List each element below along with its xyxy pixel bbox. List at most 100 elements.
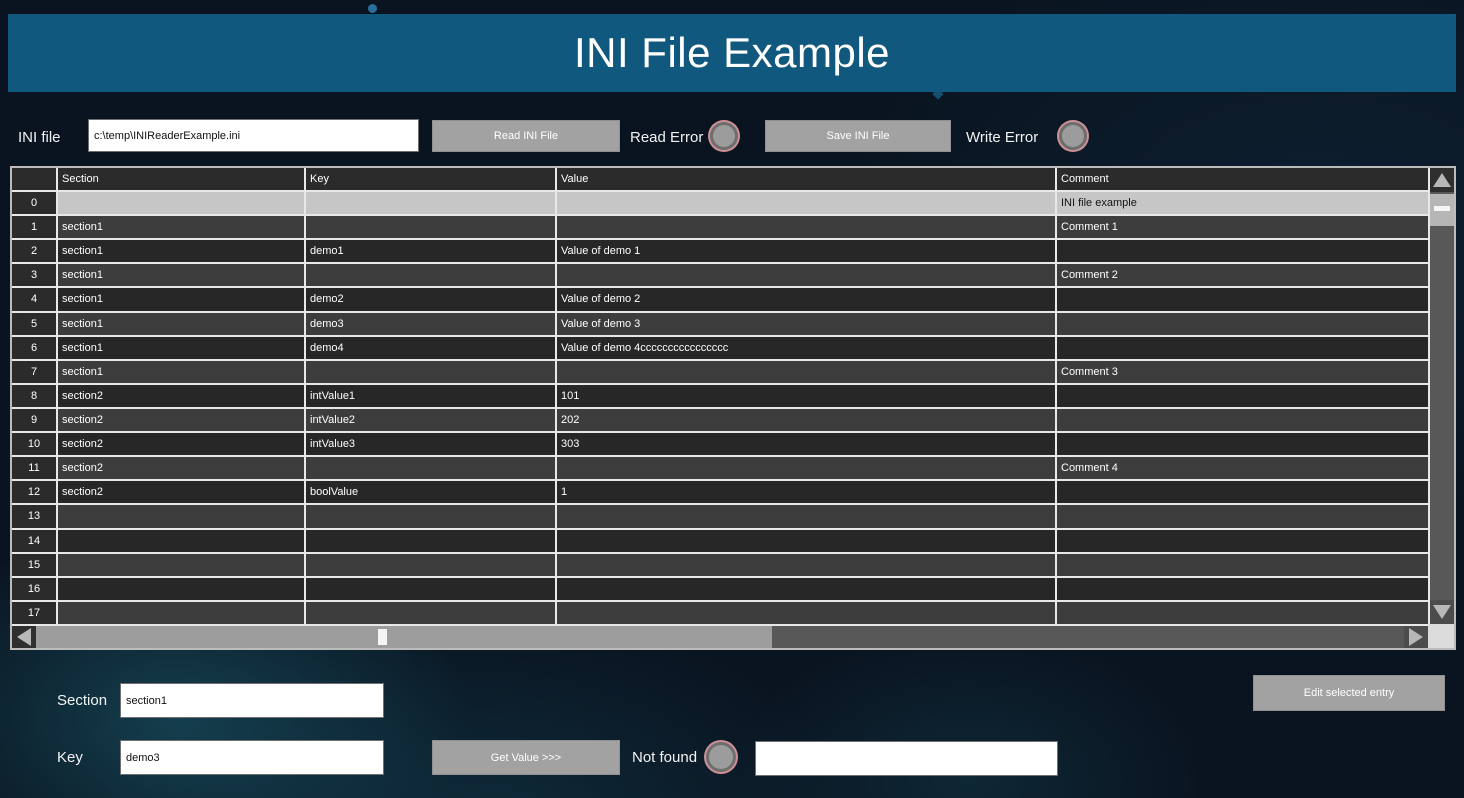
cell-value	[557, 602, 1057, 624]
cell-key	[306, 578, 557, 600]
horizontal-scrollbar-thumb[interactable]	[36, 626, 772, 648]
table-row[interactable]: 3section1Comment 2	[12, 264, 1428, 288]
row-index: 8	[12, 385, 58, 407]
row-index: 10	[12, 433, 58, 455]
table-row[interactable]: 16	[12, 578, 1428, 602]
cell-comment: Comment 4	[1057, 457, 1428, 479]
row-index: 3	[12, 264, 58, 286]
cell-value	[557, 457, 1057, 479]
cell-key	[306, 192, 557, 214]
table-row[interactable]: 9section2intValue2202	[12, 409, 1428, 433]
table-row[interactable]: 0 INI file example	[12, 192, 1428, 216]
table-row[interactable]: 8section2intValue1101	[12, 385, 1428, 409]
horizontal-scrollbar[interactable]	[12, 624, 1428, 648]
scroll-down-button[interactable]	[1430, 600, 1454, 624]
cell-key	[306, 361, 557, 383]
not-found-label: Not found	[632, 749, 697, 766]
table-rows: 0INI file example1section1Comment 12sect…	[12, 192, 1428, 624]
table-row[interactable]: 15	[12, 554, 1428, 578]
cell-comment: Comment 2	[1057, 264, 1428, 286]
cell-comment	[1057, 505, 1428, 527]
table-row[interactable]: 10section2intValue3303	[12, 433, 1428, 457]
row-index: 4	[12, 288, 58, 310]
row-index: 0	[12, 192, 58, 214]
table-row[interactable]: 5section1demo3Value of demo 3	[12, 313, 1428, 337]
save-ini-file-button[interactable]: Save INI File	[765, 120, 951, 152]
cell-comment: Comment 3	[1057, 361, 1428, 383]
table-row[interactable]: 14	[12, 530, 1428, 554]
table-row[interactable]: 2section1demo1Value of demo 1	[12, 240, 1428, 264]
cell-section	[58, 554, 306, 576]
table-row[interactable]: 17	[12, 602, 1428, 624]
read-ini-file-button[interactable]: Read INI File	[432, 120, 620, 152]
cell-key	[306, 457, 557, 479]
cell-key: demo3	[306, 313, 557, 335]
cell-section: section1	[58, 313, 306, 335]
thumb-grip	[378, 629, 387, 645]
cell-section	[58, 192, 306, 214]
ini-file-path-input[interactable]	[88, 119, 419, 152]
vertical-scrollbar[interactable]	[1428, 168, 1454, 624]
ini-file-label: INI file	[18, 129, 61, 146]
scroll-left-button[interactable]	[12, 626, 36, 648]
key-input[interactable]	[120, 740, 384, 775]
cell-value	[557, 505, 1057, 527]
cell-comment	[1057, 530, 1428, 552]
cell-value	[557, 264, 1057, 286]
cell-key	[306, 505, 557, 527]
cell-comment	[1057, 481, 1428, 503]
cell-value: Value of demo 3	[557, 313, 1057, 335]
app-window: INI File Example INI file Read INI File …	[0, 0, 1464, 798]
title-banner: INI File Example	[8, 14, 1456, 92]
section-input[interactable]	[120, 683, 384, 718]
cell-value: 303	[557, 433, 1057, 455]
cell-key	[306, 530, 557, 552]
cell-comment	[1057, 602, 1428, 624]
cell-value	[557, 216, 1057, 238]
cell-value: 202	[557, 409, 1057, 431]
cell-section: section1	[58, 240, 306, 262]
write-error-led	[1059, 122, 1087, 150]
thumb-grip	[1434, 206, 1450, 211]
table-row[interactable]: 11section2Comment 4	[12, 457, 1428, 481]
cell-comment	[1057, 578, 1428, 600]
header-key: Key	[306, 168, 557, 190]
cell-section: section2	[58, 457, 306, 479]
cell-key: boolValue	[306, 481, 557, 503]
cell-comment	[1057, 240, 1428, 262]
cell-value: 1	[557, 481, 1057, 503]
cell-key	[306, 554, 557, 576]
cell-value: 101	[557, 385, 1057, 407]
table-row[interactable]: 12section2boolValue1	[12, 481, 1428, 505]
cell-key: demo4	[306, 337, 557, 359]
cell-section: section1	[58, 288, 306, 310]
table-row[interactable]: 13	[12, 505, 1428, 529]
triangle-left-icon	[17, 628, 31, 646]
cell-section: section2	[58, 433, 306, 455]
cell-value	[557, 554, 1057, 576]
row-index: 9	[12, 409, 58, 431]
cell-comment	[1057, 288, 1428, 310]
cell-key: demo1	[306, 240, 557, 262]
cell-section	[58, 578, 306, 600]
header-section: Section	[58, 168, 306, 190]
table-row[interactable]: 1section1Comment 1	[12, 216, 1428, 240]
vertical-scrollbar-thumb[interactable]	[1430, 194, 1454, 226]
edit-selected-entry-button[interactable]: Edit selected entry	[1253, 675, 1445, 711]
get-value-button[interactable]: Get Value >>>	[432, 740, 620, 775]
scroll-right-button[interactable]	[1404, 626, 1428, 648]
table-row[interactable]: 6section1demo4Value of demo 4ccccccccccc…	[12, 337, 1428, 361]
row-index: 6	[12, 337, 58, 359]
row-index: 17	[12, 602, 58, 624]
triangle-right-icon	[1409, 628, 1423, 646]
cell-comment: INI file example	[1057, 192, 1428, 214]
cell-section: section1	[58, 361, 306, 383]
read-error-led	[710, 122, 738, 150]
table-row[interactable]: 7section1Comment 3	[12, 361, 1428, 385]
table-row[interactable]: 4section1demo2Value of demo 2	[12, 288, 1428, 312]
cell-key: intValue2	[306, 409, 557, 431]
scroll-up-button[interactable]	[1430, 168, 1454, 192]
row-index: 15	[12, 554, 58, 576]
row-index: 2	[12, 240, 58, 262]
cell-comment	[1057, 385, 1428, 407]
